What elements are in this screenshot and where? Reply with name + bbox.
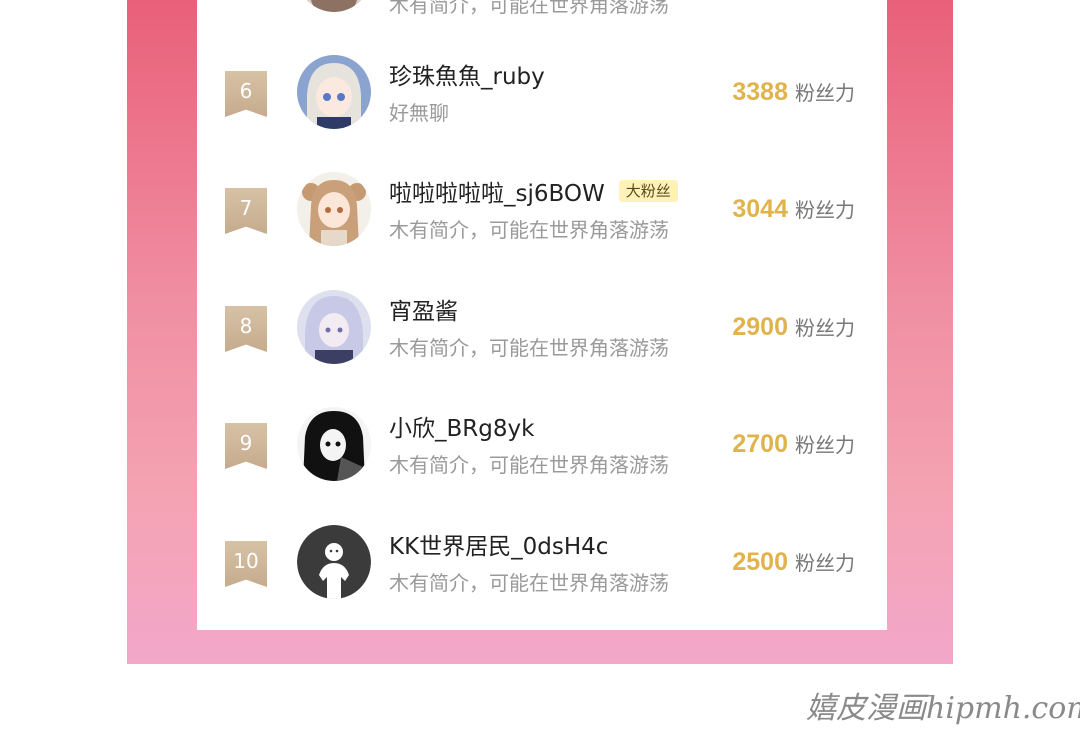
user-name[interactable]: 小欣_BRg8yk	[389, 409, 534, 443]
rank-badge: 6	[225, 71, 267, 117]
ranking-row[interactable]: 6 珍珠魚魚_ruby 好無聊 3388 粉丝力	[197, 55, 887, 155]
user-avatar[interactable]	[297, 55, 371, 129]
rank-badge: 7	[225, 188, 267, 234]
fan-power-value: 3388	[732, 78, 788, 106]
name-line: 小欣_BRg8yk	[389, 409, 534, 443]
fan-power: 2500 粉丝力	[732, 547, 855, 577]
fan-power-unit: 粉丝力	[795, 81, 855, 105]
user-bio: 好無聊	[389, 101, 449, 125]
ranking-row[interactable]: 10 KK世界居民_0dsH4c 木有简介，可能在世界角落游荡 2500 粉丝力	[197, 525, 887, 625]
user-avatar[interactable]	[297, 172, 371, 246]
site-watermark: 嬉皮漫画hipmh.com	[806, 691, 1080, 726]
name-line: 啦啦啦啦啦_sj6BOW 大粉丝	[389, 174, 678, 208]
user-bio: 木有简介，可能在世界角落游荡	[389, 453, 669, 477]
rank-badge: 8	[225, 306, 267, 352]
name-line: 珍珠魚魚_ruby	[389, 57, 545, 91]
fan-power: 2700 粉丝力	[732, 429, 855, 459]
fan-power-value: 3044	[732, 195, 788, 223]
big-fan-badge: 大粉丝	[618, 180, 678, 202]
user-name[interactable]: 宵盈酱	[389, 292, 458, 326]
rank-badge: 10	[225, 541, 267, 587]
fan-power-value: 2700	[732, 430, 788, 458]
user-avatar[interactable]	[297, 407, 371, 481]
user-avatar[interactable]	[297, 0, 371, 12]
user-avatar[interactable]	[297, 290, 371, 364]
name-line: 宵盈酱	[389, 292, 458, 326]
default-user-avatar-icon[interactable]	[297, 525, 371, 599]
fan-power-unit: 粉丝力	[795, 316, 855, 340]
user-bio: 木有简介，可能在世界角落游荡	[389, 336, 669, 360]
ranking-row-partial[interactable]: 木有简介，可能在世界角落游荡	[197, 0, 887, 38]
fan-power-unit: 粉丝力	[795, 198, 855, 222]
fan-power: 3044 粉丝力	[732, 194, 855, 224]
user-bio: 木有简介，可能在世界角落游荡	[389, 571, 669, 595]
ranking-row[interactable]: 8 宵盈酱 木有简介，可能在世界角落游荡 2900 粉丝力	[197, 290, 887, 390]
user-bio: 木有简介，可能在世界角落游荡	[389, 0, 669, 17]
user-bio: 木有简介，可能在世界角落游荡	[389, 218, 669, 242]
user-name[interactable]: 啦啦啦啦啦_sj6BOW	[389, 174, 605, 208]
fan-power: 2900 粉丝力	[732, 312, 855, 342]
ranking-card: 木有简介，可能在世界角落游荡 6 珍珠魚魚_ruby 好無聊 3388 粉丝力 …	[197, 0, 887, 630]
user-name[interactable]: KK世界居民_0dsH4c	[389, 527, 608, 561]
fan-power-unit: 粉丝力	[795, 433, 855, 457]
fan-power-value: 2500	[732, 548, 788, 576]
name-line: KK世界居民_0dsH4c	[389, 527, 608, 561]
user-name[interactable]: 珍珠魚魚_ruby	[389, 57, 545, 91]
fan-power: 3388 粉丝力	[732, 77, 855, 107]
rank-badge: 9	[225, 423, 267, 469]
fan-power-value: 2900	[732, 313, 788, 341]
ranking-row[interactable]: 9 小欣_BRg8yk 木有简介，可能在世界角落游荡 2700 粉丝力	[197, 407, 887, 507]
ranking-row[interactable]: 7 啦啦啦啦啦_sj6BOW 大粉丝 木有简介，可能在世界角落游荡 3044 粉…	[197, 172, 887, 272]
fan-power-unit: 粉丝力	[795, 551, 855, 575]
